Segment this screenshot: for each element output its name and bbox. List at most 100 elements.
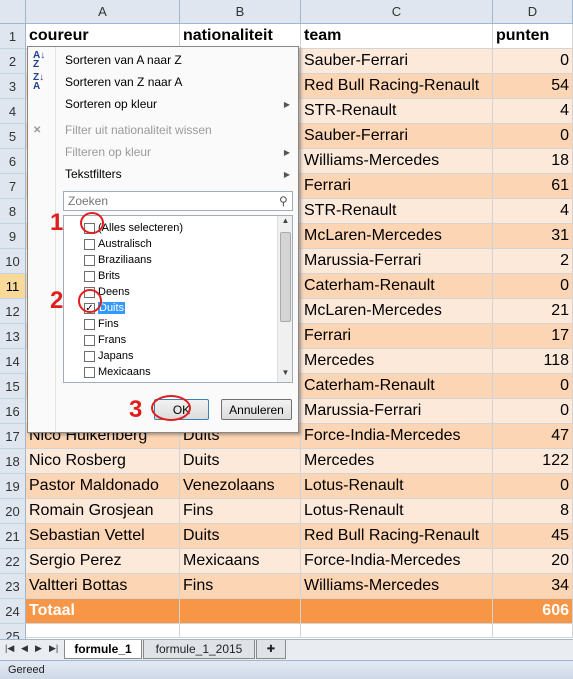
row-header[interactable]: 14 [0, 349, 26, 374]
text-filters-item[interactable]: Tekstfilters ▶ [28, 163, 298, 185]
row-header[interactable]: 2 [0, 49, 26, 74]
table-cell-punten[interactable]: 0 [493, 374, 573, 399]
prev-sheet-icon[interactable]: ◀ [21, 643, 28, 654]
table-cell-coureur[interactable]: Pastor Maldonado [26, 474, 180, 499]
scroll-thumb[interactable] [280, 232, 291, 322]
checkbox[interactable] [84, 334, 95, 346]
filter-list-item[interactable]: Japans [84, 348, 133, 364]
list-scrollbar[interactable]: ▲ ▼ [277, 216, 292, 382]
search-input[interactable] [63, 191, 293, 211]
table-cell-nat[interactable]: Duits [180, 449, 301, 474]
clear-filter-item[interactable]: ✕ Filter uit nationaliteit wissen [28, 119, 298, 141]
table-cell-team[interactable]: Force-India-Mercedes [301, 549, 493, 574]
insert-sheet-icon[interactable]: ✚ [256, 640, 286, 659]
checkbox[interactable] [84, 366, 95, 378]
row-header[interactable]: 12 [0, 299, 26, 324]
total-label[interactable]: Totaal [26, 599, 180, 624]
column-header[interactable]: B [180, 0, 301, 24]
table-cell-punten[interactable]: 31 [493, 224, 573, 249]
row-header[interactable]: 8 [0, 199, 26, 224]
table-cell-team[interactable]: Lotus-Renault [301, 474, 493, 499]
table-cell-team[interactable]: Ferrari [301, 174, 493, 199]
sheet-tab-formule-1-2015[interactable]: formule_1_2015 [143, 640, 255, 659]
scroll-up-icon[interactable]: ▲ [278, 216, 292, 230]
sort-a-z-item[interactable]: A↓ Z Sorteren van A naar Z [28, 49, 298, 71]
table-cell-nat[interactable]: Venezolaans [180, 474, 301, 499]
table-cell-punten[interactable]: 61 [493, 174, 573, 199]
row-header[interactable]: 24 [0, 599, 26, 624]
table-cell-team[interactable]: Lotus-Renault [301, 499, 493, 524]
table-cell-punten[interactable]: 21 [493, 299, 573, 324]
table-cell[interactable] [301, 599, 493, 624]
table-cell-punten[interactable]: 2 [493, 249, 573, 274]
row-header[interactable]: 6 [0, 149, 26, 174]
header-cell-team[interactable]: team [301, 24, 493, 49]
checkbox[interactable] [84, 270, 95, 282]
table-cell-team[interactable]: Marussia-Ferrari [301, 249, 493, 274]
table-cell-coureur[interactable]: Sergio Perez [26, 549, 180, 574]
column-header[interactable]: C [301, 0, 493, 24]
last-sheet-icon[interactable]: ▶| [49, 643, 58, 654]
next-sheet-icon[interactable]: ▶ [35, 643, 42, 654]
table-cell-team[interactable]: STR-Renault [301, 99, 493, 124]
table-cell[interactable] [26, 624, 180, 638]
table-cell-team[interactable]: Caterham-Renault [301, 374, 493, 399]
table-cell-team[interactable]: Williams-Mercedes [301, 149, 493, 174]
table-cell-punten[interactable]: 122 [493, 449, 573, 474]
table-cell-team[interactable]: Caterham-Renault [301, 274, 493, 299]
checkbox[interactable] [84, 318, 95, 330]
table-cell-team[interactable]: Mercedes [301, 349, 493, 374]
column-header[interactable]: A [26, 0, 180, 24]
table-cell-team[interactable]: Williams-Mercedes [301, 574, 493, 599]
table-cell-punten[interactable]: 4 [493, 199, 573, 224]
checkbox[interactable] [84, 254, 95, 266]
table-cell-team[interactable]: Force-India-Mercedes [301, 424, 493, 449]
checkbox[interactable] [84, 350, 95, 362]
table-cell-punten[interactable]: 0 [493, 399, 573, 424]
table-cell-punten[interactable]: 8 [493, 499, 573, 524]
filter-list-item[interactable]: Brits [84, 268, 120, 284]
table-cell-punten[interactable]: 47 [493, 424, 573, 449]
table-cell-punten[interactable]: 0 [493, 124, 573, 149]
header-cell-punten[interactable]: punten [493, 24, 573, 49]
table-cell-punten[interactable]: 54 [493, 74, 573, 99]
row-header[interactable]: 20 [0, 499, 26, 524]
filter-list-item[interactable]: Mexicaans [84, 364, 151, 380]
table-cell-team[interactable]: Red Bull Racing-Renault [301, 524, 493, 549]
select-all-corner[interactable] [0, 0, 26, 24]
table-cell-punten[interactable]: 0 [493, 474, 573, 499]
cancel-button[interactable]: Annuleren [221, 399, 292, 420]
table-cell-punten[interactable]: 34 [493, 574, 573, 599]
table-cell[interactable] [180, 599, 301, 624]
filter-list-item[interactable]: Fins [84, 316, 119, 332]
row-header[interactable]: 19 [0, 474, 26, 499]
table-cell-team[interactable]: Mercedes [301, 449, 493, 474]
filter-list-item[interactable]: Australisch [84, 236, 152, 252]
filter-list-item[interactable]: Frans [84, 332, 126, 348]
row-header[interactable]: 23 [0, 574, 26, 599]
table-cell-team[interactable]: Sauber-Ferrari [301, 49, 493, 74]
table-cell-punten[interactable]: 17 [493, 324, 573, 349]
sort-z-a-item[interactable]: Z↓ A Sorteren van Z naar A [28, 71, 298, 93]
sort-by-color-item[interactable]: Sorteren op kleur ▶ [28, 93, 298, 115]
row-header[interactable]: 18 [0, 449, 26, 474]
table-cell-nat[interactable]: Fins [180, 574, 301, 599]
checkbox[interactable] [84, 238, 95, 250]
table-cell-team[interactable]: McLaren-Mercedes [301, 299, 493, 324]
row-header[interactable]: 9 [0, 224, 26, 249]
table-cell-team[interactable]: McLaren-Mercedes [301, 224, 493, 249]
row-header[interactable]: 16 [0, 399, 26, 424]
table-cell-punten[interactable]: 18 [493, 149, 573, 174]
row-header[interactable]: 15 [0, 374, 26, 399]
table-cell-punten[interactable]: 0 [493, 49, 573, 74]
row-header[interactable]: 1 [0, 24, 26, 49]
total-value[interactable]: 606 [493, 599, 573, 624]
row-header[interactable]: 22 [0, 549, 26, 574]
row-header[interactable]: 4 [0, 99, 26, 124]
table-cell-coureur[interactable]: Sebastian Vettel [26, 524, 180, 549]
filter-by-color-item[interactable]: Filteren op kleur ▶ [28, 141, 298, 163]
table-cell-punten[interactable]: 20 [493, 549, 573, 574]
table-cell-punten[interactable]: 4 [493, 99, 573, 124]
table-cell-team[interactable]: Ferrari [301, 324, 493, 349]
table-cell[interactable] [301, 624, 493, 638]
